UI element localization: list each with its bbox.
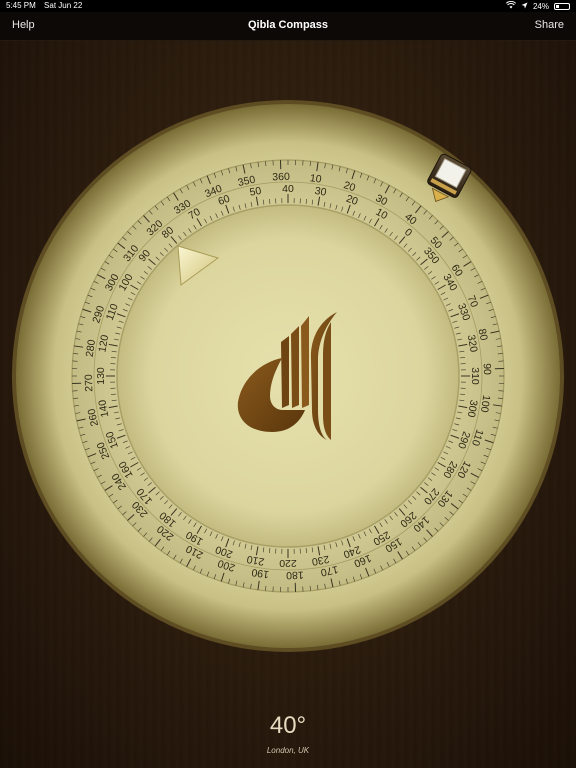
location-label: London, UK bbox=[266, 746, 310, 755]
inner-degree-label: 30 bbox=[314, 185, 328, 199]
inner-degree-label: 40 bbox=[282, 183, 294, 195]
inner-degree-label: 310 bbox=[469, 367, 481, 385]
qibla-compass[interactable]: 360 1020304050607080901001101201301401501… bbox=[0, 0, 576, 768]
outer-degree-label: 90 bbox=[481, 363, 493, 375]
inner-degree-label: 50 bbox=[249, 185, 263, 199]
inner-degree-label: 130 bbox=[95, 367, 107, 385]
inner-degree-label: 220 bbox=[279, 557, 297, 569]
qibla-angle-readout: 40° bbox=[269, 712, 307, 739]
outer-degree-label: 10 bbox=[309, 172, 322, 186]
outer-degree-label: 270 bbox=[83, 374, 96, 392]
outer-degree-label: 180 bbox=[286, 569, 304, 582]
outer-degree-label: 360 bbox=[272, 171, 290, 184]
